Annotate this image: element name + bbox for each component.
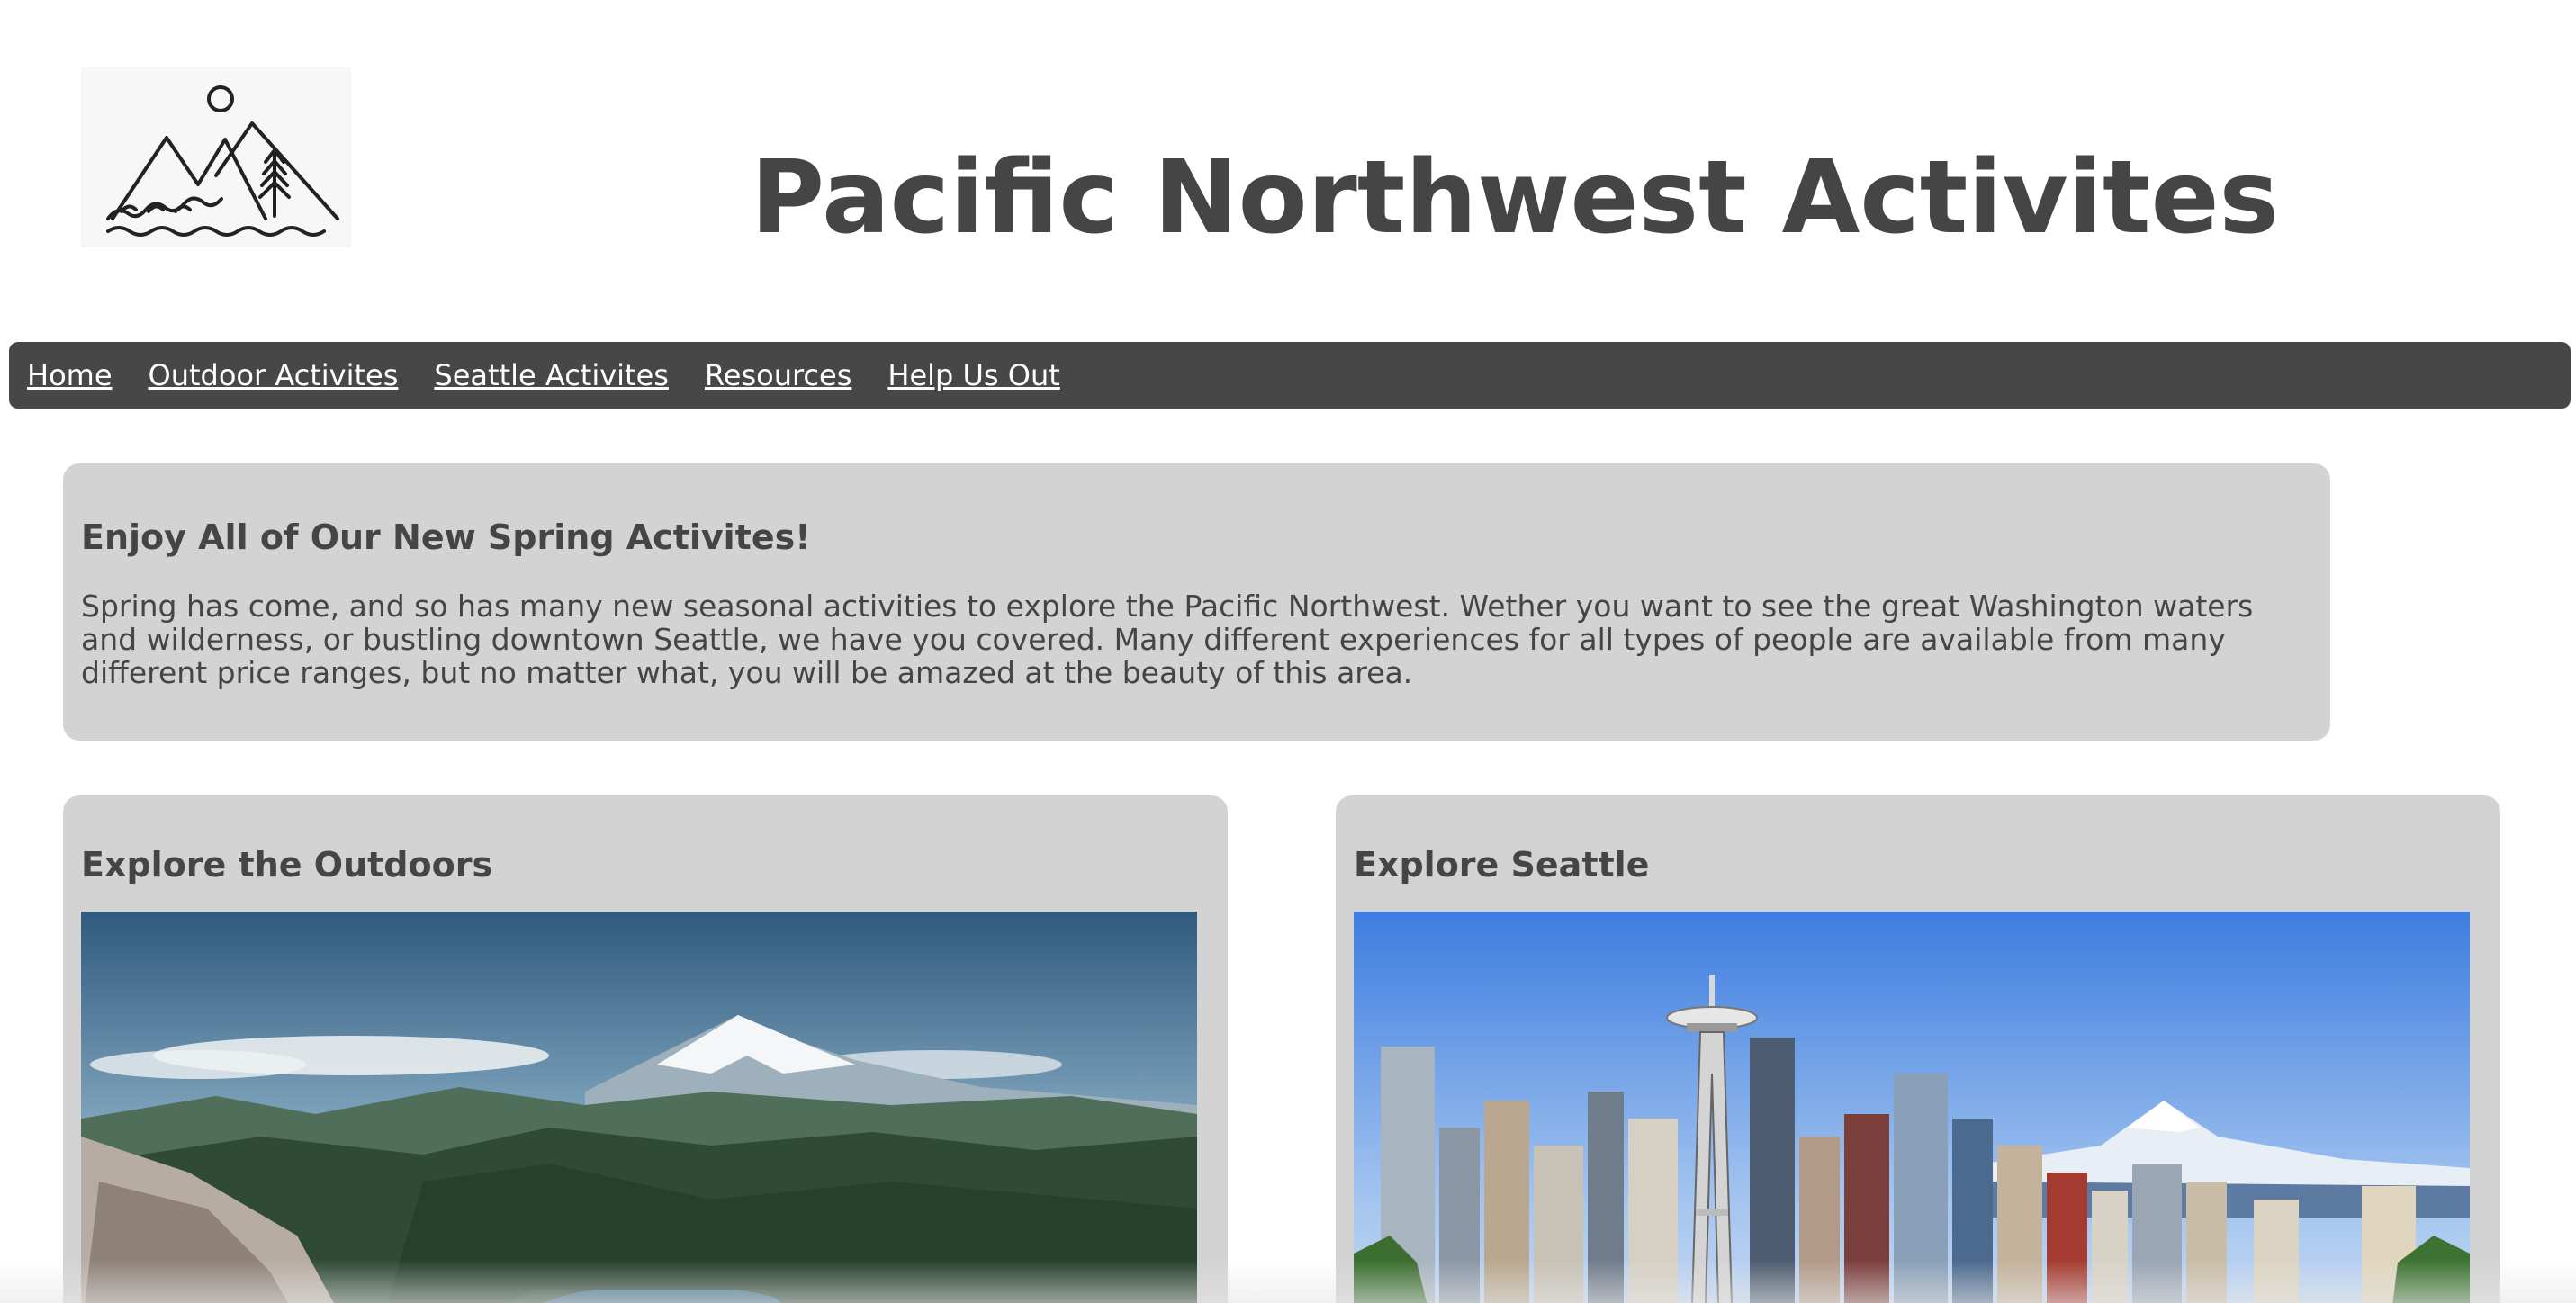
logo-icon[interactable] [81,67,351,247]
seattle-card-heading: Explore Seattle [1354,845,1650,885]
mountain-landscape-image [81,912,1197,1303]
nav-link-resources[interactable]: Resources [705,358,851,392]
nav-link-home[interactable]: Home [27,358,113,392]
site-title: Pacific Northwest Activites [751,139,2280,256]
nav-link-seattle-activites[interactable]: Seattle Activites [434,358,669,392]
outdoors-card: Explore the Outdoors [63,795,1228,1303]
intro-panel: Enjoy All of Our New Spring Activites! S… [63,463,2330,741]
main-nav: Home Outdoor Activites Seattle Activites… [9,342,2571,409]
seattle-skyline-image [1354,912,2470,1303]
page: Pacific Northwest Activites Home Outdoor… [0,0,2576,1303]
bottom-fade [0,1260,2576,1303]
nav-link-outdoor-activites[interactable]: Outdoor Activites [149,358,399,392]
outdoors-card-heading: Explore the Outdoors [81,845,493,885]
intro-heading: Enjoy All of Our New Spring Activites! [81,517,811,557]
seattle-card: Explore Seattle [1336,795,2500,1303]
intro-body: Spring has come, and so has many new sea… [81,589,2254,690]
nav-link-help-us-out[interactable]: Help Us Out [887,358,1059,392]
